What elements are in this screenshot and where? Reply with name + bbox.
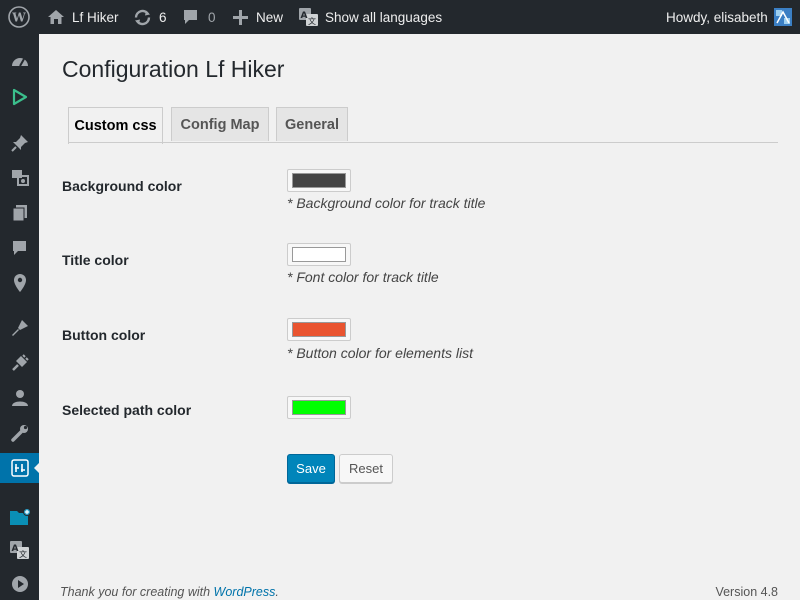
- site-name-label: Lf Hiker: [72, 9, 119, 25]
- svg-text:文: 文: [308, 16, 316, 26]
- background-color-description: * Background color for track title: [287, 195, 486, 211]
- button-color-label: Button color: [62, 327, 146, 343]
- admin-sidebar: A文: [0, 34, 40, 600]
- site-name-link[interactable]: Lf Hiker: [47, 0, 119, 34]
- button-color-description: * Button color for elements list: [287, 345, 473, 361]
- selected-path-color-swatch: [292, 400, 346, 415]
- languages-link[interactable]: A文 Show all languages: [299, 0, 442, 34]
- page-title: Configuration Lf Hiker: [62, 56, 285, 82]
- reset-button[interactable]: Reset: [339, 454, 393, 483]
- comments-count: 0: [208, 9, 216, 25]
- comments-link[interactable]: 0: [182, 0, 216, 34]
- play-outline-icon[interactable]: [0, 82, 39, 112]
- home-icon: [47, 9, 65, 25]
- lf-hiker-settings-icon[interactable]: [0, 453, 40, 483]
- translate-icon: A文: [299, 8, 319, 26]
- title-color-swatch: [292, 247, 346, 262]
- media-icon[interactable]: [0, 162, 39, 192]
- collapse-play-icon[interactable]: [0, 569, 39, 599]
- main-content: Configuration Lf Hiker Custom css Config…: [39, 34, 800, 600]
- pin-icon[interactable]: [0, 128, 39, 158]
- tab-divider: [68, 142, 778, 143]
- svg-text:W: W: [11, 11, 26, 25]
- button-color-picker[interactable]: [287, 318, 351, 341]
- footer-period: .: [275, 585, 279, 599]
- howdy-label: Howdy, elisabeth: [666, 9, 768, 25]
- title-color-label: Title color: [62, 252, 129, 268]
- languages-label: Show all languages: [325, 9, 443, 25]
- admin-bar: W Lf Hiker 6 0 New A文 Show all languages…: [0, 0, 800, 34]
- pages-icon[interactable]: [0, 198, 39, 228]
- background-color-picker[interactable]: [287, 169, 351, 192]
- tools-icon[interactable]: [0, 418, 39, 448]
- plus-icon: [233, 9, 248, 25]
- selected-path-color-label: Selected path color: [62, 402, 192, 418]
- wordpress-logo-icon[interactable]: W: [8, 0, 30, 34]
- avatar: [773, 8, 792, 26]
- svg-text:文: 文: [19, 549, 27, 559]
- footer-credit: Thank you for creating with WordPress.: [60, 585, 279, 599]
- svg-text:A: A: [11, 544, 18, 554]
- language-icon[interactable]: A文: [0, 535, 39, 565]
- background-color-swatch: [292, 173, 346, 188]
- folder-plus-icon[interactable]: [0, 502, 39, 532]
- title-color-picker[interactable]: [287, 243, 351, 266]
- users-icon[interactable]: [0, 383, 39, 413]
- updates-link[interactable]: 6: [133, 0, 167, 34]
- new-label: New: [256, 9, 284, 25]
- comments-icon[interactable]: [0, 233, 39, 263]
- plugins-icon[interactable]: [0, 348, 39, 378]
- save-button[interactable]: Save: [287, 454, 335, 483]
- version-text: Version 4.8: [715, 585, 778, 599]
- new-content-link[interactable]: New: [233, 0, 283, 34]
- selected-path-color-picker[interactable]: [287, 396, 351, 419]
- updates-count: 6: [159, 9, 167, 25]
- dashboard-icon[interactable]: [0, 47, 39, 77]
- tab-custom-css[interactable]: Custom css: [68, 107, 163, 144]
- svg-text:A: A: [301, 11, 308, 21]
- footer-thanks-text: Thank you for creating with: [60, 585, 214, 599]
- tab-config-map[interactable]: Config Map: [171, 107, 269, 141]
- comment-icon: [182, 9, 199, 26]
- title-color-description: * Font color for track title: [287, 269, 439, 285]
- background-color-label: Background color: [62, 178, 182, 194]
- tab-general[interactable]: General: [276, 107, 348, 141]
- wordpress-link[interactable]: WordPress: [214, 585, 276, 599]
- account-menu[interactable]: Howdy, elisabeth: [666, 0, 792, 34]
- button-color-swatch: [292, 322, 346, 337]
- appearance-icon[interactable]: [0, 313, 39, 343]
- updates-icon: [133, 8, 152, 27]
- location-pin-icon[interactable]: [0, 268, 39, 298]
